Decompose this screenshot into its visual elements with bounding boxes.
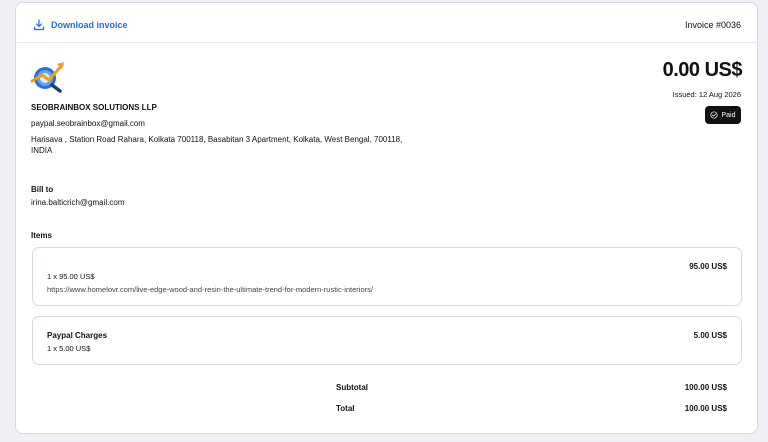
subtotal-value: 100.00 US$	[684, 383, 727, 392]
issued-date: Issued: 12 Aug 2026	[672, 90, 741, 99]
total-label: Total	[336, 404, 355, 413]
line-item-name: Paypal Charges	[47, 331, 108, 340]
company-address: Harisava , Station Road Rahara, Kolkata …	[31, 135, 403, 155]
invoice-card: Download invoice Invoice #0036 SEOBRAINB…	[15, 2, 758, 434]
check-circle-icon	[710, 111, 719, 119]
line-item-quantity: 1 x 5.00 US$	[47, 344, 91, 353]
items-heading: Items	[31, 231, 52, 240]
download-invoice-button[interactable]: Download invoice	[33, 19, 128, 31]
total-value: 100.00 US$	[684, 404, 727, 413]
invoice-number: Invoice #0036	[684, 20, 741, 30]
company-name: SEOBRAINBOX SOLUTIONS LLP	[31, 103, 157, 112]
subtotal-label: Subtotal	[336, 383, 368, 392]
line-item: Paypal Charges 1 x 5.00 US$ 5.00 US$	[32, 316, 742, 365]
company-email: paypal.seobrainbox@gmail.com	[31, 119, 145, 128]
bill-to-email: irina.balticrich@gmail.com	[31, 198, 125, 207]
line-item-description: https://www.homelovr.com/live-edge-wood-…	[47, 285, 373, 294]
invoice-amount: 0.00 US$	[662, 59, 743, 81]
invoice-header-bar: Download invoice Invoice #0036	[16, 3, 757, 43]
download-icon	[33, 19, 45, 31]
bill-to-label: Bill to	[31, 185, 54, 194]
status-badge: Paid	[705, 106, 741, 124]
status-label: Paid	[721, 111, 736, 119]
line-item-total: 95.00 US$	[689, 262, 727, 271]
company-logo	[30, 62, 64, 93]
line-item-total: 5.00 US$	[693, 331, 727, 340]
line-item: 1 x 95.00 US$ https://www.homelovr.com/l…	[32, 247, 742, 306]
download-invoice-label: Download invoice	[51, 20, 128, 30]
line-item-quantity: 1 x 95.00 US$	[47, 272, 95, 281]
